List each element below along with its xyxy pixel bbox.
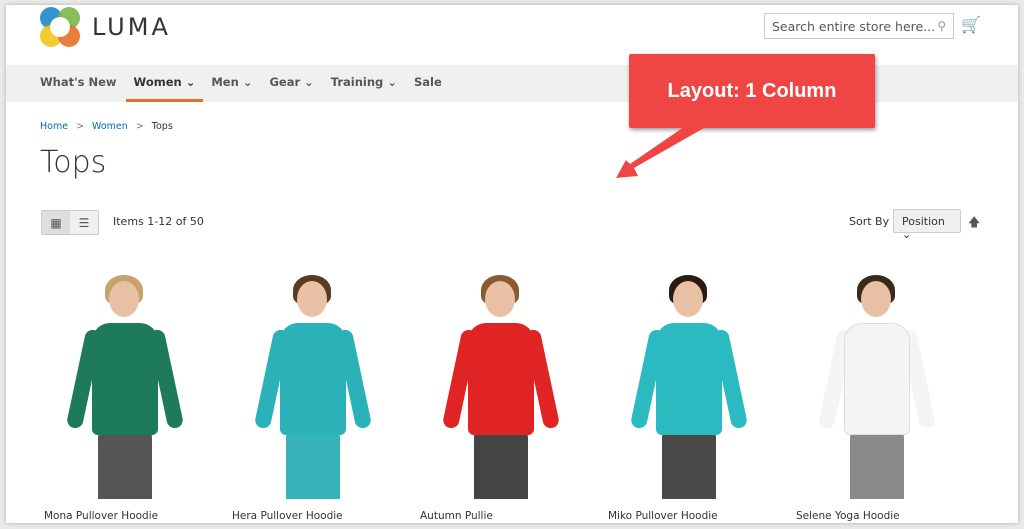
- model-legs: [286, 433, 340, 499]
- breadcrumb-separator: >: [76, 121, 85, 132]
- chevron-down-icon: ⌄: [902, 228, 912, 241]
- breadcrumb-current: Tops: [151, 121, 173, 132]
- grid-view-icon[interactable]: ▦: [42, 211, 70, 234]
- nav-men[interactable]: Men ⌄: [211, 65, 261, 102]
- nav-whats-new[interactable]: What's New: [40, 65, 126, 102]
- luma-logo-icon: [40, 7, 80, 47]
- annotation-callout: Layout: 1 Column: [629, 54, 875, 128]
- nav-label: Gear: [269, 75, 301, 89]
- product-name[interactable]: Autumn Pullie: [416, 510, 604, 522]
- product-name[interactable]: Hera Pullover Hoodie: [228, 510, 416, 522]
- product-name[interactable]: Miko Pullover Hoodie: [604, 510, 792, 522]
- model-legs: [662, 433, 716, 499]
- sort-select[interactable]: Position ⌄: [893, 209, 961, 241]
- nav-label: Sale: [413, 75, 442, 89]
- product-grid: Mona Pullover Hoodie Hera Pullover Hoodi…: [40, 267, 980, 522]
- product-item[interactable]: Selene Yoga Hoodie: [792, 267, 980, 522]
- search-input[interactable]: Search entire store here... ⚲: [764, 13, 954, 39]
- chevron-down-icon: ⌄: [185, 75, 196, 89]
- page-title: Tops: [40, 145, 107, 180]
- chevron-down-icon: ⌄: [242, 75, 253, 89]
- list-view-icon[interactable]: ☰: [70, 211, 98, 234]
- model-head: [485, 281, 515, 317]
- sort-direction-arrow-icon[interactable]: 🡅: [968, 213, 980, 234]
- model-legs: [474, 433, 528, 499]
- cart-icon[interactable]: 🛒: [961, 15, 981, 34]
- logo-text: LUMA: [92, 13, 171, 41]
- product-image[interactable]: [604, 267, 774, 499]
- nav-label: Training: [330, 75, 384, 89]
- model-top: [656, 323, 722, 435]
- model-top: [468, 323, 534, 435]
- model-top: [280, 323, 346, 435]
- product-image[interactable]: [228, 267, 398, 499]
- chevron-down-icon: ⌄: [387, 75, 397, 89]
- toolbar-amount: Items 1-12 of 50: [113, 215, 204, 228]
- product-item[interactable]: Hera Pullover Hoodie: [228, 267, 416, 522]
- product-item[interactable]: Miko Pullover Hoodie: [604, 267, 792, 522]
- model-top: [844, 323, 910, 435]
- product-image[interactable]: [40, 267, 210, 499]
- annotation-arrow-icon: [616, 120, 704, 178]
- product-item[interactable]: Autumn Pullie: [416, 267, 604, 522]
- breadcrumb-women[interactable]: Women: [92, 121, 128, 132]
- sort-value: Position: [902, 215, 945, 228]
- breadcrumb: Home > Women > Tops: [40, 121, 173, 132]
- product-name[interactable]: Mona Pullover Hoodie: [40, 510, 228, 522]
- breadcrumb-home[interactable]: Home: [40, 121, 68, 132]
- model-top: [92, 323, 158, 435]
- logo[interactable]: LUMA: [40, 7, 171, 47]
- product-image[interactable]: [792, 267, 962, 499]
- sort-label: Sort By: [849, 215, 890, 228]
- nav-label: Women: [133, 75, 182, 89]
- nav-label: What's New: [40, 75, 117, 89]
- model-head: [673, 281, 703, 317]
- page: LUMA Search entire store here... ⚲ 🛒 Wha…: [6, 5, 1018, 523]
- model-head: [297, 281, 327, 317]
- product-item[interactable]: Mona Pullover Hoodie: [40, 267, 228, 522]
- chevron-down-icon: ⌄: [304, 75, 314, 89]
- nav-women[interactable]: Women ⌄: [125, 65, 204, 102]
- model-head: [109, 281, 139, 317]
- search-icon[interactable]: ⚲: [937, 19, 946, 33]
- model-legs: [850, 433, 904, 499]
- nav-sale[interactable]: Sale: [414, 65, 451, 102]
- breadcrumb-separator: >: [135, 121, 144, 132]
- product-name[interactable]: Selene Yoga Hoodie: [792, 510, 980, 522]
- product-image[interactable]: [416, 267, 586, 499]
- nav-label: Men: [211, 75, 239, 89]
- model-legs: [98, 433, 152, 499]
- model-head: [861, 281, 891, 317]
- view-mode-switcher: ▦ ☰: [41, 210, 99, 235]
- nav-training[interactable]: Training ⌄: [331, 65, 406, 102]
- nav-gear[interactable]: Gear ⌄: [269, 65, 322, 102]
- search-placeholder: Search entire store here...: [772, 19, 936, 34]
